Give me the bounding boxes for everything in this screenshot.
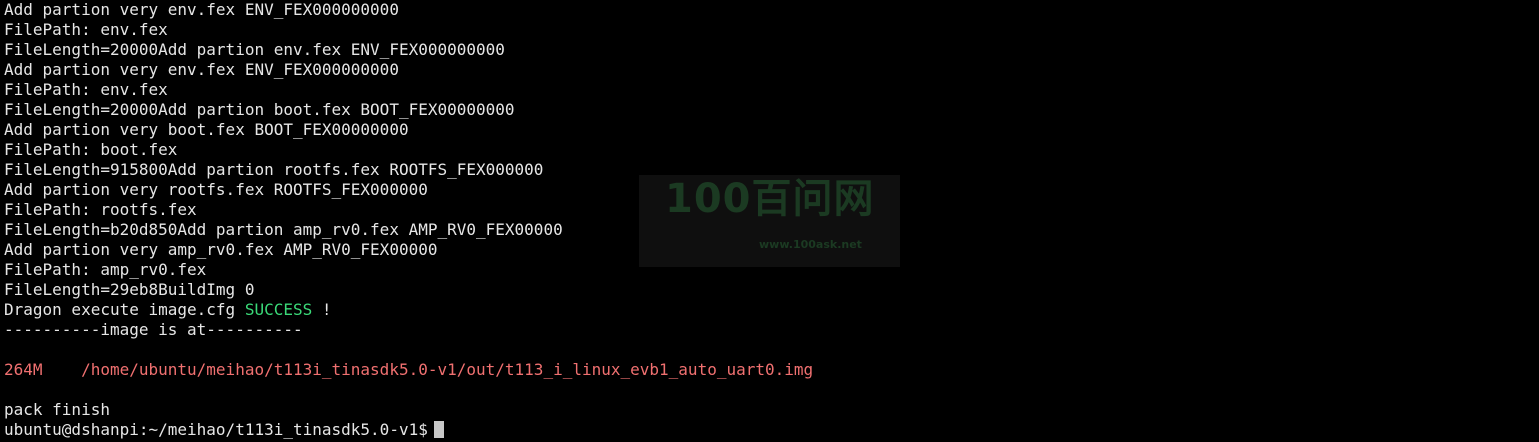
dragon-prefix: Dragon execute image.cfg xyxy=(4,300,245,319)
dragon-suffix: ! xyxy=(312,300,332,319)
watermark-title: 100百问网 xyxy=(665,176,875,222)
output-line: Add partion very env.fex ENV_FEX00000000… xyxy=(4,0,399,19)
watermark-url: www.100ask.net xyxy=(759,238,862,251)
output-line: FileLength=20000Add partion boot.fex BOO… xyxy=(4,100,515,119)
output-line: FilePath: boot.fex xyxy=(4,140,178,159)
shell-prompt: ubuntu@dshanpi:~/meihao/t113i_tinasdk5.0… xyxy=(4,420,428,439)
text-cursor[interactable] xyxy=(433,421,444,438)
dragon-status-line: Dragon execute image.cfg SUCCESS ! xyxy=(4,300,1539,320)
watermark-logo: 100百问网 www.100ask.net xyxy=(639,175,900,267)
prompt-line[interactable]: ubuntu@dshanpi:~/meihao/t113i_tinasdk5.0… xyxy=(4,420,1539,440)
output-line: FilePath: env.fex xyxy=(4,20,168,39)
terminal-window[interactable]: Add partion very env.fex ENV_FEX00000000… xyxy=(0,0,1539,442)
image-header-line: ----------image is at---------- xyxy=(4,320,303,339)
output-line: FilePath: env.fex xyxy=(4,80,168,99)
output-line: FileLength=29eb8BuildImg 0 xyxy=(4,280,255,299)
output-line: Add partion very env.fex ENV_FEX00000000… xyxy=(4,60,399,79)
pack-finish-line: pack finish xyxy=(4,400,110,419)
image-path-line: 264M /home/ubuntu/meihao/t113i_tinasdk5.… xyxy=(4,360,814,379)
success-status: SUCCESS xyxy=(244,300,313,319)
output-line: Add partion very boot.fex BOOT_FEX000000… xyxy=(4,120,409,139)
output-line: FileLength=20000Add partion env.fex ENV_… xyxy=(4,40,505,59)
